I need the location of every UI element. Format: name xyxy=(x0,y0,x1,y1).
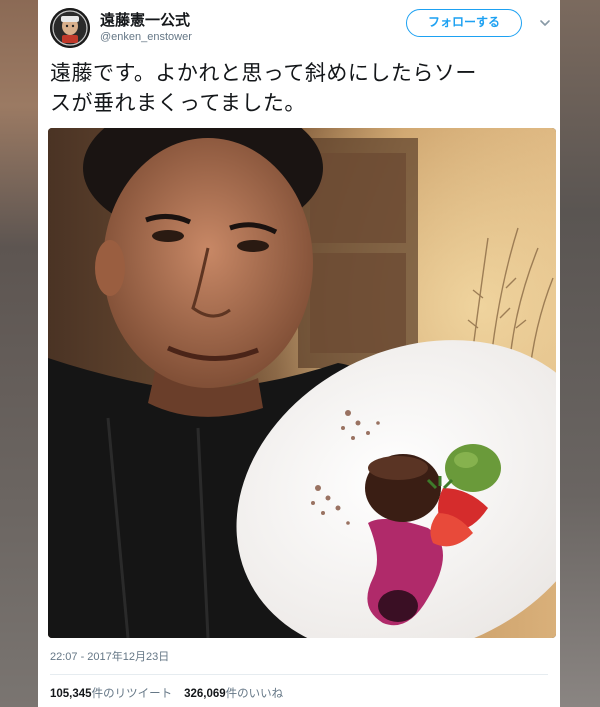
engagement-stats: 105,345件のリツイート 326,069件のいいね xyxy=(50,685,283,701)
like-count: 326,069 xyxy=(184,688,226,700)
follow-button[interactable]: フォローする xyxy=(406,9,522,37)
background-left-edge xyxy=(0,0,38,707)
user-handle[interactable]: @enken_enstower xyxy=(100,31,192,43)
tweet-photo[interactable] xyxy=(48,128,556,638)
retweet-count: 105,345 xyxy=(50,688,92,700)
retweet-label: 件のリツイート xyxy=(91,688,173,700)
tweet-text-line-1: 遠藤です。よかれと思って斜めにしたらソー xyxy=(50,61,477,85)
avatar[interactable] xyxy=(50,8,90,48)
chevron-down-icon[interactable] xyxy=(538,16,552,30)
tweet-timestamp[interactable]: 22:07 - 2017年12月23日 xyxy=(50,648,169,664)
like-label: 件のいいね xyxy=(225,688,284,700)
retweet-stat[interactable]: 105,345件のリツイート xyxy=(50,688,172,700)
photo-image xyxy=(48,128,556,638)
tweet-text-line-2: スが垂れまくってました。 xyxy=(50,91,306,115)
display-name[interactable]: 遠藤憲一公式 xyxy=(100,9,190,30)
divider xyxy=(50,674,548,675)
background-right-edge xyxy=(560,0,600,707)
avatar-image xyxy=(50,8,90,48)
tweet-text: 遠藤です。よかれと思って斜めにしたらソー スが垂れまくってました。 xyxy=(50,58,550,118)
like-stat[interactable]: 326,069件のいいね xyxy=(184,688,283,700)
tweet-card: 遠藤憲一公式 @enken_enstower フォローする 遠藤です。よかれと思… xyxy=(38,0,560,707)
